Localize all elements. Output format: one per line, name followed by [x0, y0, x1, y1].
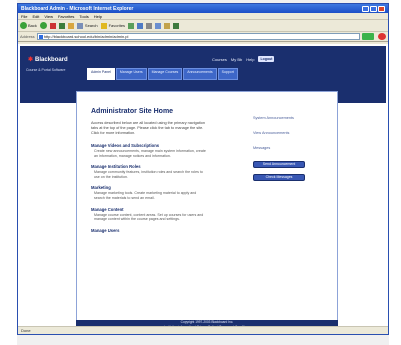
intro-text: Access described below are all located u…	[91, 121, 205, 135]
menu-favorites[interactable]: Favorites	[58, 14, 74, 19]
side-link-messages[interactable]: Messages	[253, 146, 323, 150]
star-icon	[100, 22, 107, 29]
section-text: Manage course content, content areas. Se…	[94, 212, 204, 222]
section-title-link[interactable]: Marketing	[91, 185, 206, 190]
side-link-system-announcements[interactable]: System Announcements	[253, 116, 323, 120]
tab-announcements[interactable]: Announcements	[183, 68, 217, 80]
page-icon	[38, 35, 43, 39]
address-bar: Address http://blackboard.school.edu/bin…	[18, 32, 388, 42]
back-arrow-icon	[20, 22, 27, 29]
menu-file[interactable]: File	[21, 14, 27, 19]
header-links: Courses My Bb Help Logout	[212, 56, 275, 62]
section-item: Marketing Manage marketing tools. Create…	[91, 185, 206, 200]
section-text: Manage community features, institution r…	[94, 170, 203, 179]
tab-manage-users[interactable]: Manage Users	[115, 68, 147, 80]
maximize-button[interactable]	[370, 5, 377, 12]
browser-window: Blackboard Admin - Microsoft Internet Ex…	[17, 3, 389, 335]
address-input[interactable]: http://blackboard.school.edu/bin/admin/a…	[36, 33, 360, 40]
logo-mark-icon: ✱	[28, 57, 34, 63]
toolbar: Back Search Favorites	[18, 20, 388, 32]
page-viewport: ✱ Blackboard Course & Portal Software Cou…	[18, 44, 388, 330]
print-icon[interactable]	[146, 22, 153, 29]
tab-admin-panel[interactable]: Admin Panel	[87, 68, 115, 80]
desktop-left	[0, 0, 17, 345]
forward-arrow-icon[interactable]	[39, 22, 47, 29]
tab-bar: Admin Panel Manage Users Manage Courses …	[87, 68, 239, 80]
history-icon[interactable]	[128, 22, 135, 29]
favorites-button[interactable]: Favorites	[100, 22, 126, 29]
edit-icon[interactable]	[155, 22, 162, 29]
home-icon[interactable]	[67, 22, 74, 29]
tab-manage-courses[interactable]: Manage Courses	[147, 68, 183, 80]
address-url: http://blackboard.school.edu/bin/admin/a…	[43, 34, 129, 39]
content-panel: Administrator Site Home Access described…	[76, 91, 338, 321]
title-bar: Blackboard Admin - Microsoft Internet Ex…	[18, 4, 388, 13]
tab-support[interactable]: Support	[217, 68, 238, 80]
section-text: Create new announcements, manage main sy…	[94, 149, 206, 158]
header-link-mybb[interactable]: My Bb	[231, 57, 242, 62]
back-button[interactable]: Back	[20, 22, 37, 29]
logo-subtext: Course & Portal Software	[26, 68, 66, 72]
stop-icon[interactable]	[49, 22, 56, 29]
folder-icon[interactable]	[164, 22, 171, 29]
logout-button[interactable]: Logout	[258, 56, 275, 62]
side-column: System Announcements View Announcements …	[253, 116, 323, 187]
header-link-help[interactable]: Help	[246, 57, 254, 62]
section-text: Manage marketing tools. Create marketing…	[94, 191, 197, 200]
search-button[interactable]: Search	[76, 22, 98, 29]
main-column: Administrator Site Home Access described…	[91, 108, 206, 239]
messenger-icon[interactable]	[173, 22, 180, 29]
section-title-link[interactable]: Manage Content	[91, 207, 206, 212]
site-logo[interactable]: ✱ Blackboard	[28, 56, 68, 63]
section-item: Manage Institution Roles Manage communit…	[91, 164, 206, 179]
side-link-view-announcements[interactable]: View Announcements	[253, 131, 323, 135]
window-title: Blackboard Admin - Microsoft Internet Ex…	[21, 5, 134, 12]
address-label: Address	[20, 34, 35, 39]
section-item: Manage Users	[91, 228, 206, 233]
header-link-courses[interactable]: Courses	[212, 57, 227, 62]
close-button[interactable]	[378, 5, 385, 12]
send-announcement-button[interactable]: Send Announcement	[253, 161, 305, 168]
desktop-right	[389, 0, 401, 345]
mail-icon[interactable]	[137, 22, 144, 29]
section-title-link[interactable]: Manage Users	[91, 228, 206, 233]
links-icon[interactable]	[378, 33, 386, 40]
section-title-link[interactable]: Manage Institution Roles	[91, 164, 206, 169]
back-label: Back	[28, 23, 37, 28]
check-messages-button[interactable]: Check Messages	[253, 174, 305, 181]
menu-help[interactable]: Help	[94, 14, 102, 19]
section-title-link[interactable]: Manage Videos and Subscriptions	[91, 143, 206, 148]
go-button[interactable]	[362, 33, 374, 40]
menu-view[interactable]: View	[44, 14, 53, 19]
section-item: Manage Videos and Subscriptions Create n…	[91, 143, 206, 158]
page-title: Administrator Site Home	[91, 108, 174, 115]
search-label: Search	[84, 23, 98, 28]
section-item: Manage Content Manage course content, co…	[91, 207, 206, 222]
status-bar: Done	[18, 326, 388, 334]
menu-tools[interactable]: Tools	[79, 14, 88, 19]
favorites-label: Favorites	[108, 23, 126, 28]
search-icon	[76, 22, 83, 29]
minimize-button[interactable]	[362, 5, 369, 12]
menu-bar: File Edit View Favorites Tools Help	[18, 13, 388, 20]
menu-edit[interactable]: Edit	[32, 14, 39, 19]
refresh-icon[interactable]	[58, 22, 65, 29]
logo-text: Blackboard	[35, 57, 68, 63]
